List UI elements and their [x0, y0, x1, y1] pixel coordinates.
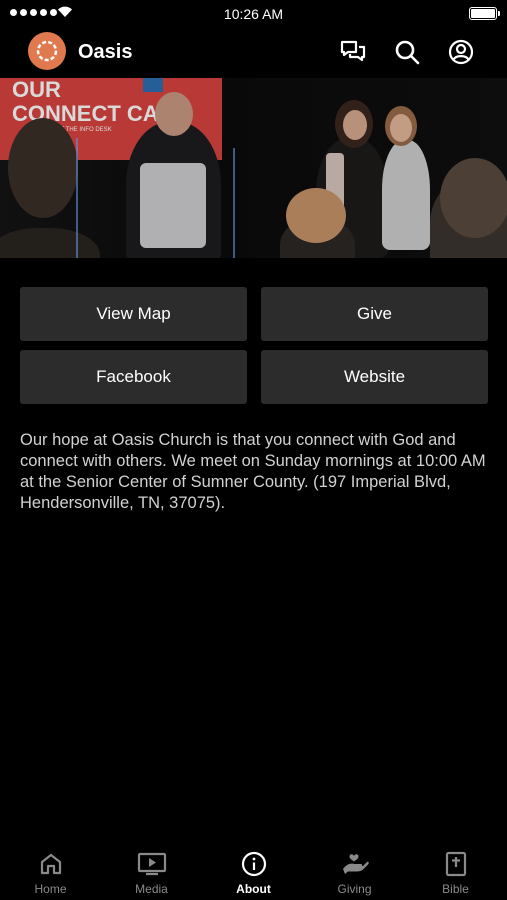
search-button[interactable]	[392, 37, 422, 67]
tab-label-media: Media	[135, 882, 168, 896]
tab-bible[interactable]: Bible	[405, 840, 506, 900]
tab-label-about: About	[236, 882, 271, 896]
church-description: Our hope at Oasis Church is that you con…	[20, 431, 486, 512]
home-icon	[40, 853, 61, 875]
view-map-button[interactable]: View Map	[20, 287, 247, 341]
app-title: Oasis	[78, 41, 133, 63]
tab-media[interactable]: Media	[101, 840, 202, 900]
tab-bar: Home Media About Giving Bible	[0, 840, 507, 900]
website-button[interactable]: Website	[261, 350, 488, 404]
tab-home[interactable]: Home	[0, 840, 101, 900]
chat-button[interactable]	[338, 37, 368, 67]
give-button[interactable]: Give	[261, 287, 488, 341]
app-header: Oasis	[0, 28, 507, 78]
bible-icon	[445, 851, 466, 877]
tab-label-giving: Giving	[337, 882, 372, 896]
tab-giving[interactable]: Giving	[304, 840, 405, 900]
chat-icon	[340, 40, 366, 62]
battery-icon	[469, 7, 500, 20]
search-icon	[395, 40, 420, 65]
tv-play-icon	[137, 852, 166, 876]
oasis-logo-icon[interactable]	[28, 32, 66, 70]
facebook-button[interactable]: Facebook	[20, 350, 247, 404]
account-button[interactable]	[446, 37, 476, 67]
tab-about[interactable]: About	[203, 840, 304, 900]
tab-label-home: Home	[34, 882, 67, 896]
status-time: 10:26 AM	[223, 6, 284, 22]
account-icon	[448, 39, 474, 65]
giving-hand-icon	[342, 854, 369, 874]
info-icon	[241, 851, 266, 877]
tab-label-bible: Bible	[442, 882, 469, 896]
hero-image: OUR CONNECT CA E IN AT THE INFO DESK	[0, 78, 507, 258]
status-bar: 10:26 AM	[0, 0, 507, 28]
